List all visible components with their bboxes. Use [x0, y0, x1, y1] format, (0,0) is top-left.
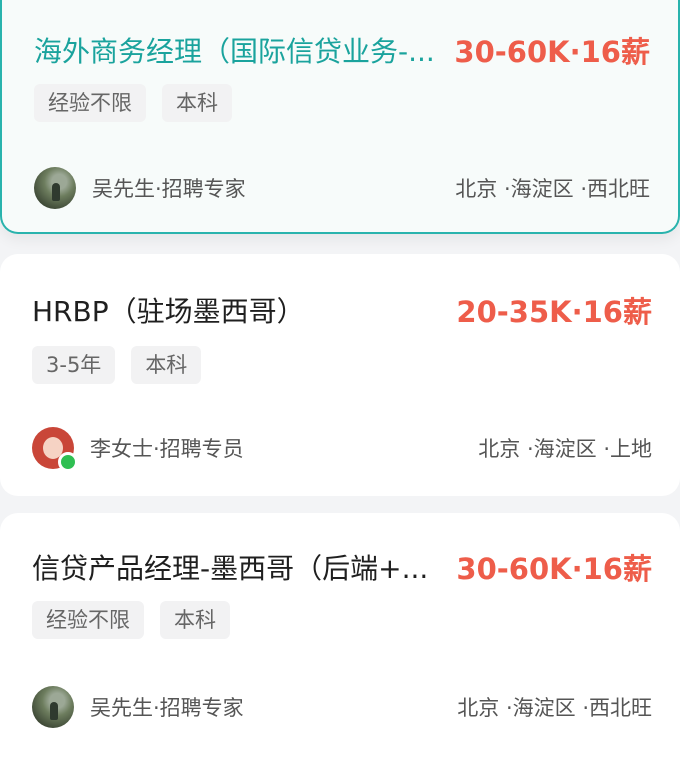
job-location: 北京 ·海淀区 ·上地	[478, 437, 652, 461]
job-list: 海外商务经理（国际信贷业务-... 30-60K·16薪 经验不限 本科 吴先生…	[0, 0, 680, 769]
salary: 30-60K·16薪	[454, 35, 650, 69]
recruiter-avatar[interactable]	[32, 427, 78, 472]
job-tags: 经验不限 本科	[32, 601, 246, 639]
job-title[interactable]: 信贷产品经理-墨西哥（后端+...	[32, 547, 442, 587]
salary: 20-35K·16薪	[456, 295, 652, 329]
tag-experience: 经验不限	[34, 84, 146, 122]
recruiter-name: 吴先生·招聘专家	[90, 696, 244, 720]
job-tags: 经验不限 本科	[34, 84, 248, 122]
job-footer: 李女士·招聘专员 北京 ·海淀区 ·上地	[32, 426, 652, 472]
recruiter-name: 李女士·招聘专员	[90, 437, 244, 461]
person-silhouette-icon	[50, 702, 58, 720]
job-title-row: 海外商务经理（国际信贷业务-... 30-60K·16薪	[34, 28, 650, 72]
salary: 30-60K·16薪	[456, 552, 652, 586]
recruiter-avatar[interactable]	[32, 686, 74, 728]
job-title-row: 信贷产品经理-墨西哥（后端+... 30-60K·16薪	[32, 545, 652, 589]
job-tags: 3-5年 本科	[32, 346, 217, 384]
job-card[interactable]: 海外商务经理（国际信贷业务-... 30-60K·16薪 经验不限 本科 吴先生…	[0, 0, 680, 234]
job-footer: 吴先生·招聘专家 北京 ·海淀区 ·西北旺	[34, 166, 650, 210]
job-location: 北京 ·海淀区 ·西北旺	[455, 177, 650, 201]
tag-experience: 3-5年	[32, 346, 116, 384]
job-card[interactable]: 信贷产品经理-墨西哥（后端+... 30-60K·16薪 经验不限 本科 吴先生…	[0, 513, 680, 769]
person-silhouette-icon	[52, 183, 60, 201]
tag-education: 本科	[160, 601, 230, 639]
online-status-icon	[58, 452, 78, 472]
tag-education: 本科	[131, 346, 202, 384]
job-card[interactable]: HRBP（驻场墨西哥） 20-35K·16薪 3-5年 本科 李女士·招聘专员 …	[0, 254, 680, 496]
tag-education: 本科	[162, 84, 232, 122]
recruiter-name: 吴先生·招聘专家	[92, 177, 246, 201]
job-location: 北京 ·海淀区 ·西北旺	[457, 696, 652, 720]
tag-experience: 经验不限	[32, 601, 144, 639]
job-title[interactable]: 海外商务经理（国际信贷业务-...	[34, 30, 440, 70]
job-title[interactable]: HRBP（驻场墨西哥）	[32, 290, 442, 330]
recruiter-avatar[interactable]	[34, 167, 76, 209]
job-title-row: HRBP（驻场墨西哥） 20-35K·16薪	[32, 288, 652, 332]
job-footer: 吴先生·招聘专家 北京 ·海淀区 ·西北旺	[32, 685, 652, 729]
